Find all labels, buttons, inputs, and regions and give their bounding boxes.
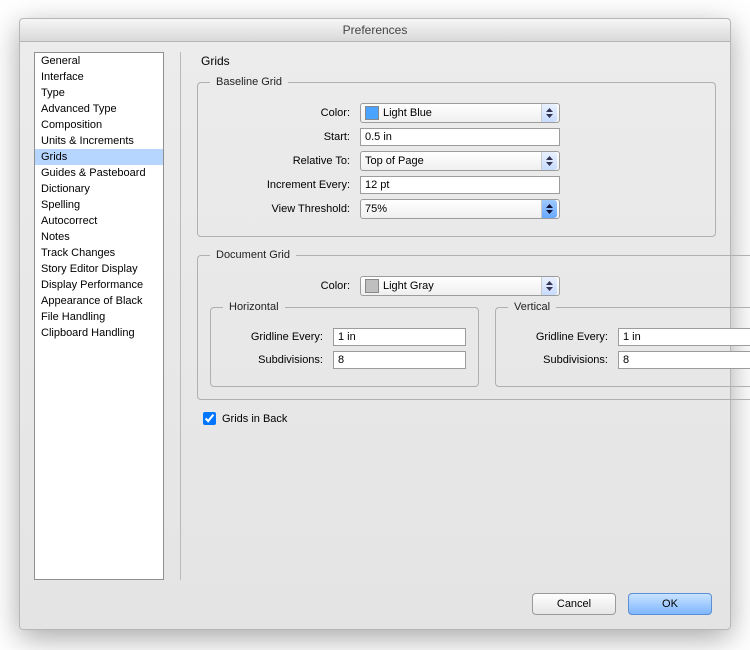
sidebar-item-display-performance[interactable]: Display Performance	[35, 277, 163, 293]
bg-threshold-label: View Threshold:	[210, 203, 354, 215]
sidebar-item-autocorrect[interactable]: Autocorrect	[35, 213, 163, 229]
bg-relative-select[interactable]: Top of Page	[360, 151, 560, 171]
dg-vertical-legend: Vertical	[508, 301, 556, 313]
sidebar-item-appearance-of-black[interactable]: Appearance of Black	[35, 293, 163, 309]
bg-threshold-select[interactable]: 75%	[360, 199, 560, 219]
color-swatch-icon	[365, 106, 379, 120]
dgh-gridline-input[interactable]	[333, 328, 466, 346]
dg-color-select[interactable]: Light Gray	[360, 276, 560, 296]
updown-icon	[541, 152, 557, 170]
sidebar-item-story-editor-display[interactable]: Story Editor Display	[35, 261, 163, 277]
ok-button[interactable]: OK	[628, 593, 712, 615]
bg-start-label: Start:	[210, 131, 354, 143]
baseline-grid-group: Baseline Grid Color: Light Blue Start: R…	[197, 76, 716, 237]
dg-vertical-group: Vertical Gridline Every: Subdivisions:	[495, 301, 750, 387]
bg-color-value: Light Blue	[383, 107, 432, 119]
sidebar-item-dictionary[interactable]: Dictionary	[35, 181, 163, 197]
bg-increment-input[interactable]	[360, 176, 560, 194]
dgh-subdiv-label: Subdivisions:	[223, 354, 327, 366]
preferences-window: Preferences GeneralInterfaceTypeAdvanced…	[19, 18, 731, 630]
grids-in-back-label: Grids in Back	[222, 413, 287, 425]
sidebar-item-general[interactable]: General	[35, 53, 163, 69]
grids-in-back-input[interactable]	[203, 412, 216, 425]
sidebar-item-units-increments[interactable]: Units & Increments	[35, 133, 163, 149]
sidebar-item-composition[interactable]: Composition	[35, 117, 163, 133]
sidebar-item-track-changes[interactable]: Track Changes	[35, 245, 163, 261]
sidebar-item-advanced-type[interactable]: Advanced Type	[35, 101, 163, 117]
dgv-subdiv-label: Subdivisions:	[508, 354, 612, 366]
dgh-gridline-label: Gridline Every:	[223, 331, 327, 343]
window-body: GeneralInterfaceTypeAdvanced TypeComposi…	[20, 42, 730, 590]
dialog-footer: Cancel OK	[532, 593, 712, 615]
bg-start-input[interactable]	[360, 128, 560, 146]
bg-color-select[interactable]: Light Blue	[360, 103, 560, 123]
document-grid-legend: Document Grid	[210, 249, 296, 261]
cancel-button[interactable]: Cancel	[532, 593, 616, 615]
category-sidebar[interactable]: GeneralInterfaceTypeAdvanced TypeComposi…	[34, 52, 164, 580]
dgh-subdiv-input[interactable]	[333, 351, 466, 369]
color-swatch-icon	[365, 279, 379, 293]
baseline-grid-legend: Baseline Grid	[210, 76, 288, 88]
bg-increment-label: Increment Every:	[210, 179, 354, 191]
grids-panel: Grids Baseline Grid Color: Light Blue St…	[197, 52, 716, 580]
panel-title: Grids	[201, 54, 716, 68]
bg-relative-value: Top of Page	[365, 155, 424, 167]
updown-icon	[541, 104, 557, 122]
sidebar-item-clipboard-handling[interactable]: Clipboard Handling	[35, 325, 163, 341]
window-title: Preferences	[20, 19, 730, 42]
sidebar-item-grids[interactable]: Grids	[35, 149, 163, 165]
dg-horizontal-legend: Horizontal	[223, 301, 285, 313]
sidebar-item-spelling[interactable]: Spelling	[35, 197, 163, 213]
bg-threshold-value: 75%	[365, 203, 387, 215]
sidebar-item-file-handling[interactable]: File Handling	[35, 309, 163, 325]
dgv-subdiv-input[interactable]	[618, 351, 750, 369]
dg-color-label: Color:	[210, 280, 354, 292]
sidebar-item-type[interactable]: Type	[35, 85, 163, 101]
updown-icon	[541, 200, 557, 218]
sidebar-item-notes[interactable]: Notes	[35, 229, 163, 245]
dg-horizontal-group: Horizontal Gridline Every: Subdivisions:	[210, 301, 479, 387]
bg-relative-label: Relative To:	[210, 155, 354, 167]
document-grid-group: Document Grid Color: Light Gray Horizont…	[197, 249, 750, 400]
dg-color-value: Light Gray	[383, 280, 434, 292]
vertical-divider	[180, 52, 181, 580]
dgv-gridline-input[interactable]	[618, 328, 750, 346]
dgv-gridline-label: Gridline Every:	[508, 331, 612, 343]
bg-color-label: Color:	[210, 107, 354, 119]
sidebar-item-guides-pasteboard[interactable]: Guides & Pasteboard	[35, 165, 163, 181]
grids-in-back-checkbox[interactable]: Grids in Back	[203, 412, 716, 425]
sidebar-item-interface[interactable]: Interface	[35, 69, 163, 85]
updown-icon	[541, 277, 557, 295]
